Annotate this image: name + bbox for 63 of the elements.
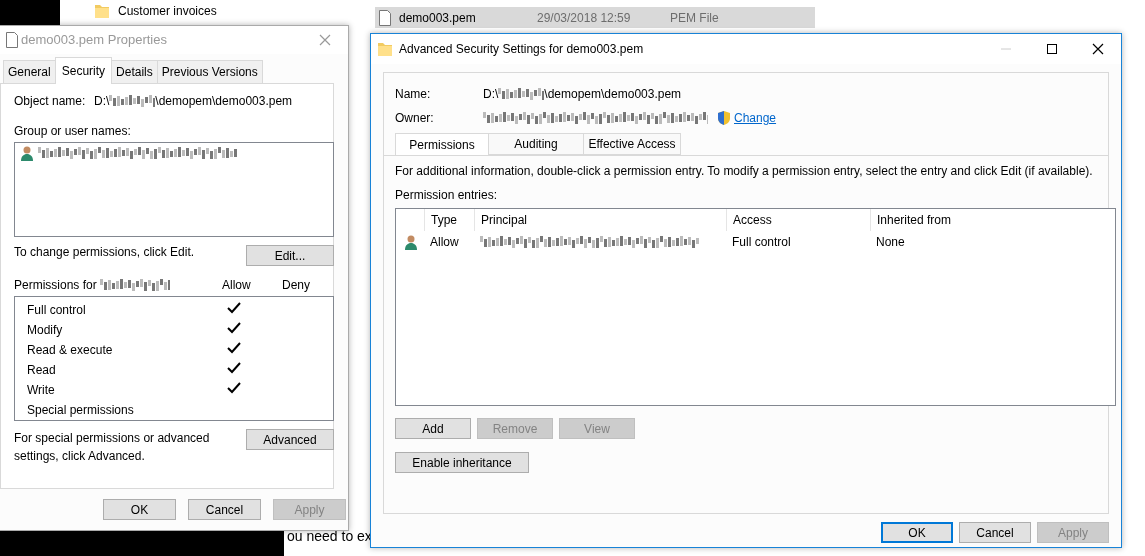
redacted-text-drawing — [109, 95, 156, 107]
hint-text: To change permissions, click Edit. — [14, 244, 195, 261]
column-header: Inherited from — [870, 209, 1115, 231]
path-text: D:\ — [94, 93, 110, 110]
button[interactable]: Advanced — [246, 429, 334, 450]
button[interactable]: OK — [881, 522, 953, 543]
button[interactable]: OK — [103, 499, 176, 520]
column-header: Deny — [282, 277, 310, 294]
table-cell-text: Allow — [429, 234, 460, 251]
permission-label: Full control — [27, 302, 87, 319]
shield-icon — [716, 110, 732, 126]
user-icon — [19, 145, 35, 161]
file-row[interactable]: Customer invoices — [90, 1, 252, 21]
column-header: Access — [726, 209, 870, 231]
file-row[interactable]: demo003.pem 29/03/2018 12:59 PEM File — [375, 7, 815, 28]
file-icon — [379, 9, 391, 26]
permission-label: Modify — [27, 322, 64, 339]
field-label: Permissions for — [14, 277, 97, 294]
redacted-text-drawing — [99, 279, 170, 291]
column-header: Allow — [222, 277, 252, 294]
button[interactable]: Cancel — [959, 522, 1031, 543]
permission-label: Read & execute — [27, 342, 114, 359]
file-icon — [6, 32, 18, 48]
path-text: \demopem\demo003.pem — [544, 86, 682, 103]
close-icon — [1092, 43, 1104, 55]
tab[interactable]: Security — [54, 57, 113, 84]
field-label: Group or user names: — [14, 123, 132, 140]
tab[interactable]: Previous Versions — [156, 60, 263, 83]
field-label: Owner: — [395, 110, 435, 127]
tab[interactable]: Details — [111, 60, 158, 83]
column-header: Type — [424, 209, 474, 231]
button[interactable]: Enable inheritance — [395, 452, 529, 473]
permission-label: Special permissions — [27, 402, 135, 419]
field-label: Object name: — [14, 93, 87, 110]
folder-icon — [94, 3, 110, 19]
table-cell-text: None — [875, 234, 906, 251]
button[interactable]: Cancel — [188, 499, 261, 520]
window-title: Advanced Security Settings for demo003.pem — [399, 41, 645, 58]
permission-label: Read — [27, 362, 57, 379]
tab[interactable]: Permissions — [395, 133, 489, 155]
field-label: Name: — [395, 86, 432, 103]
tab[interactable]: General — [3, 60, 56, 83]
permission-label: Write — [27, 382, 56, 399]
column-header: Principal — [474, 209, 726, 231]
button[interactable]: Add — [395, 418, 471, 439]
maximize-icon — [1047, 44, 1057, 54]
path-text: D:\ — [483, 86, 499, 103]
hint-text: For special permissions or advanced settings, click Advanced. — [14, 430, 211, 465]
user-icon — [403, 234, 417, 250]
change-link[interactable]: Change — [734, 109, 777, 127]
path-text: \demopem\demo003.pem — [155, 93, 293, 110]
tab[interactable]: Auditing — [488, 133, 584, 155]
button[interactable]: Edit... — [246, 245, 334, 266]
redacted-text-drawing — [498, 88, 545, 100]
info-text: For additional information, double-click a permission entry. To modify a permission entry, select the entry and click Edit (if available). — [395, 163, 1094, 180]
window-title: demo003.pem Properties — [21, 31, 168, 50]
tab[interactable]: Effective Access — [583, 133, 681, 155]
desktop-background — [0, 0, 60, 25]
field-label: Permission entries: — [395, 187, 499, 204]
user-list[interactable] — [14, 142, 334, 237]
folder-icon — [377, 41, 393, 57]
close-icon — [319, 34, 331, 46]
table-cell-text: Full control — [731, 234, 792, 251]
